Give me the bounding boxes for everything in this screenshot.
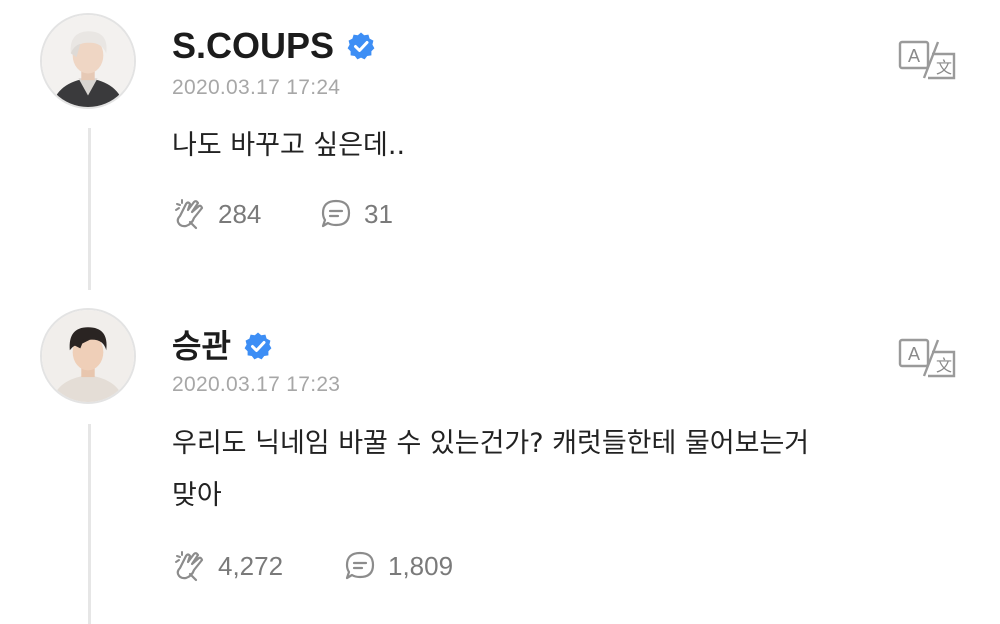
- author-name[interactable]: S.COUPS: [172, 24, 334, 68]
- thread-line: [88, 128, 91, 290]
- timestamp: 2020.03.17 17:23: [172, 373, 341, 396]
- comment-bubble-icon: [318, 196, 354, 232]
- post-body: 나도 바꾸고 싶은데..: [172, 130, 406, 161]
- post-body: 우리도 닉네임 바꿀 수 있는건가? 캐럿들한테 물어보는거 맞아: [172, 428, 810, 511]
- like-count: 284: [218, 198, 262, 229]
- author-name[interactable]: 승관: [172, 324, 231, 368]
- like-button[interactable]: 284: [172, 196, 318, 232]
- verified-badge-icon: [346, 31, 376, 61]
- like-count: 4,272: [218, 550, 284, 581]
- post-actions: 284 31: [172, 196, 393, 232]
- avatar[interactable]: [40, 308, 136, 404]
- translate-icon[interactable]: A 文: [898, 336, 958, 380]
- post-card: 승관 2020.03.17 17:23 A 文 우리도 닉네임 바꿀 수 있는건…: [0, 300, 1000, 624]
- comment-bubble-icon: [342, 548, 378, 584]
- post-actions: 4,272 1,809: [172, 548, 453, 584]
- comment-button[interactable]: 31: [318, 196, 393, 232]
- clap-hands-icon: [172, 196, 208, 232]
- like-button[interactable]: 4,272: [172, 548, 342, 584]
- comment-count: 1,809: [388, 550, 454, 581]
- comment-count: 31: [364, 198, 393, 229]
- avatar[interactable]: [40, 13, 136, 109]
- svg-text:A: A: [908, 344, 920, 364]
- translate-icon[interactable]: A 文: [898, 38, 958, 82]
- svg-text:文: 文: [936, 59, 952, 77]
- timestamp: 2020.03.17 17:24: [172, 76, 341, 99]
- verified-badge-icon: [243, 331, 273, 361]
- clap-hands-icon: [172, 548, 208, 584]
- comment-button[interactable]: 1,809: [342, 548, 453, 584]
- author-row: 승관: [172, 324, 273, 368]
- svg-text:文: 文: [936, 357, 952, 375]
- svg-text:A: A: [908, 46, 920, 66]
- post-card: S.COUPS 2020.03.17 17:24 A 文 나도 바꾸고 싶은데.…: [0, 0, 1000, 300]
- author-row: S.COUPS: [172, 24, 376, 68]
- thread-line: [88, 424, 91, 624]
